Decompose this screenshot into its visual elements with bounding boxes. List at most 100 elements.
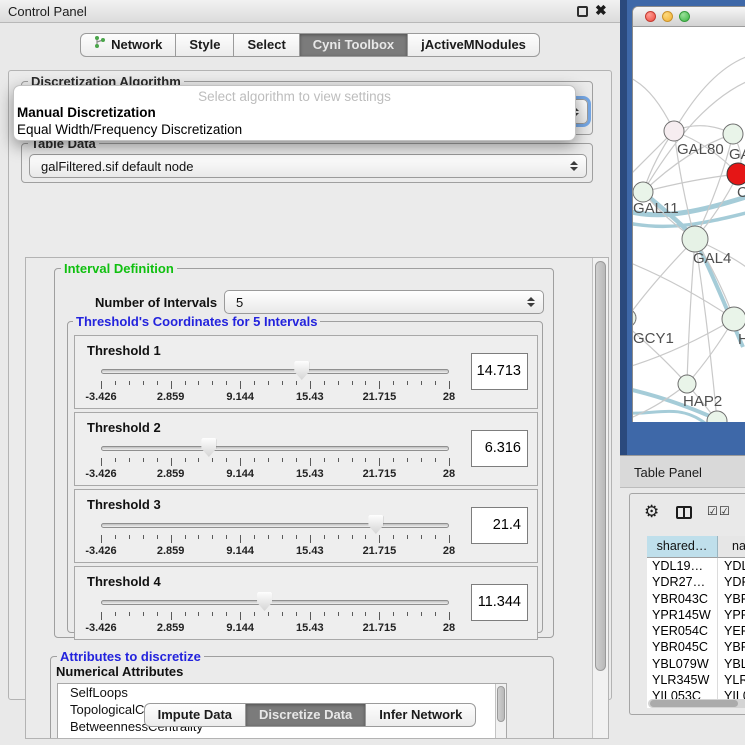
table-header-row: shared… na (647, 536, 745, 558)
tick-mark (115, 458, 116, 462)
table-row[interactable]: YBR043CYBR0 (647, 591, 745, 607)
slider-thumb[interactable] (201, 438, 216, 457)
number-of-intervals-combo[interactable]: 5 (224, 290, 544, 314)
cell-name[interactable]: YBR0 (718, 639, 745, 655)
cell-name[interactable]: YER0 (718, 623, 745, 639)
tab-select[interactable]: Select (233, 33, 299, 57)
tick-mark (268, 535, 269, 539)
tick-mark (254, 381, 255, 385)
slider-track[interactable] (101, 446, 449, 451)
column-header-name[interactable]: na (718, 536, 745, 558)
network-node-hap2[interactable] (678, 375, 696, 393)
float-window-icon[interactable] (577, 6, 588, 17)
table-data-combo[interactable]: galFiltered.sif default node (29, 154, 587, 178)
tab-label: Select (247, 34, 285, 56)
slider-track[interactable] (101, 369, 449, 374)
slider-thumb[interactable] (294, 361, 309, 380)
table-row[interactable]: YBR045CYBR0 (647, 639, 745, 655)
combo-arrows-icon (570, 161, 586, 171)
bottom-tab-infer-network[interactable]: Infer Network (365, 703, 476, 727)
cell-shared-name[interactable]: YBL079W (647, 656, 718, 672)
cell-shared-name[interactable]: YBR045C (647, 639, 718, 655)
slider-thumb[interactable] (257, 592, 272, 611)
slider-track[interactable] (101, 523, 449, 528)
table-hscrollbar[interactable] (648, 699, 745, 708)
cell-shared-name[interactable]: YDR27… (647, 574, 718, 590)
tab-cyni-toolbox[interactable]: Cyni Toolbox (299, 33, 408, 57)
threshold-value-field[interactable]: 11.344 (471, 584, 528, 621)
network-node-c[interactable] (727, 163, 745, 185)
thresholds-group: Threshold's Coordinates for 5 Intervals … (67, 321, 543, 633)
threshold-value-field[interactable]: 21.4 (471, 507, 528, 544)
network-node-gal4[interactable] (682, 226, 708, 252)
cell-shared-name[interactable]: YBR043C (647, 591, 718, 607)
cell-name[interactable]: YDR2 (718, 574, 745, 590)
cell-name[interactable]: YLR3 (718, 672, 745, 688)
slider-track[interactable] (101, 600, 449, 605)
tick-mark (310, 458, 311, 466)
tick-mark (407, 381, 408, 385)
tick-mark (198, 381, 199, 385)
cell-shared-name[interactable]: YPR145W (647, 607, 718, 623)
tick-label: 15.43 (296, 545, 324, 557)
network-node-gal11[interactable] (633, 182, 653, 202)
tick-mark (198, 612, 199, 616)
columns-icon[interactable] (676, 506, 692, 519)
tab-style[interactable]: Style (175, 33, 234, 57)
network-canvas[interactable]: GAL80GACGAL11GAL4GCY1HHAP2 (633, 27, 745, 422)
network-node-h[interactable] (722, 307, 745, 331)
algorithm-option-equal-width[interactable]: Equal Width/Frequency Discretization (17, 122, 242, 137)
threshold-value-field[interactable]: 14.713 (471, 353, 528, 390)
table-row[interactable]: YDL19…YDL1 (647, 558, 745, 574)
tick-mark (365, 535, 366, 539)
settings-scrollbar-thumb[interactable] (595, 261, 606, 671)
tab-network[interactable]: Network (80, 33, 176, 57)
mac-close-icon[interactable] (645, 11, 656, 22)
network-node-ga[interactable] (723, 124, 743, 144)
tick-label: 15.43 (296, 622, 324, 634)
cell-shared-name[interactable]: YDL19… (647, 558, 718, 574)
cell-name[interactable]: YBR0 (718, 591, 745, 607)
network-node-gcy1[interactable] (633, 309, 636, 327)
attribute-list-item[interactable]: SelfLoops (58, 684, 506, 701)
tick-mark (129, 535, 130, 539)
mac-zoom-icon[interactable] (679, 11, 690, 22)
tick-mark (157, 458, 158, 462)
checkbox-icon[interactable]: ☑ (719, 504, 730, 518)
tick-mark (171, 381, 172, 389)
checkbox-icon[interactable]: ☑ (707, 504, 718, 518)
slider-ticks (101, 535, 449, 544)
tick-label: 2.859 (157, 545, 185, 557)
tick-mark (421, 535, 422, 539)
tick-mark (240, 535, 241, 543)
tick-mark (449, 458, 450, 466)
number-of-intervals-label: Number of Intervals (95, 295, 217, 310)
tab-jactivemnodules[interactable]: jActiveMNodules (407, 33, 540, 57)
table-row[interactable]: YPR145WYPR1 (647, 607, 745, 623)
threshold-value-field[interactable]: 6.316 (471, 430, 528, 467)
table-row[interactable]: YBL079WYBL0 (647, 656, 745, 672)
slider-thumb[interactable] (368, 515, 383, 534)
close-icon[interactable]: ✖ (595, 2, 607, 19)
table-row[interactable]: YER054CYER0 (647, 623, 745, 639)
cell-shared-name[interactable]: YER054C (647, 623, 718, 639)
table-hscrollbar-thumb[interactable] (650, 700, 738, 707)
table-rows: YDL19…YDL1YDR27…YDR2YBR043CYBR0YPR145WYP… (647, 558, 745, 705)
tick-mark (198, 535, 199, 539)
table-row[interactable]: YDR27…YDR2 (647, 574, 745, 590)
network-node-gal80[interactable] (664, 121, 684, 141)
bottom-tab-discretize-data[interactable]: Discretize Data (245, 703, 366, 727)
tick-label: 15.43 (296, 468, 324, 480)
mac-minimize-icon[interactable] (662, 11, 673, 22)
table-row[interactable]: YLR345WYLR3 (647, 672, 745, 688)
bottom-tab-impute-data[interactable]: Impute Data (144, 703, 246, 727)
settings-scrollbar[interactable] (592, 258, 608, 738)
cell-shared-name[interactable]: YLR345W (647, 672, 718, 688)
column-header-shared[interactable]: shared… (647, 536, 718, 558)
tick-mark (449, 381, 450, 389)
cell-name[interactable]: YPR1 (718, 607, 745, 623)
cell-name[interactable]: YDL1 (718, 558, 745, 574)
algorithm-option-manual[interactable]: Manual Discretization (17, 105, 156, 120)
cell-name[interactable]: YBL0 (718, 656, 745, 672)
gear-icon[interactable]: ⚙ (644, 503, 659, 520)
